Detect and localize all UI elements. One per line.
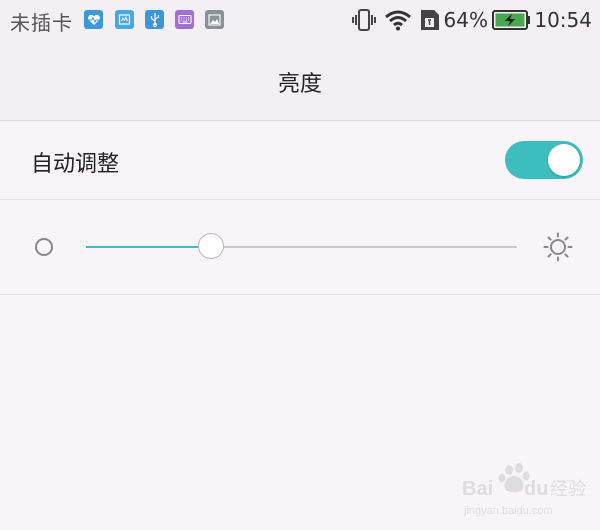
gallery-icon [205,10,224,29]
baidu-jingyan-watermark: Bai du 经验 jingyan.baidu.com [462,462,592,522]
brightness-high-icon [543,232,573,266]
vibrate-icon [352,9,376,35]
svg-text:du: du [524,478,548,500]
carrier-label: 未插卡 [10,11,73,35]
brightness-slider-thumb[interactable] [197,233,224,259]
svg-text:Bai: Bai [462,478,493,500]
clock: 10:54 [534,8,592,32]
auto-adjust-label: 自动调整 [31,152,120,177]
no-sim-icon [420,9,440,35]
status-bar: 未插卡 64% 10:54 [0,0,600,40]
clipboard-icon [115,10,134,29]
auto-adjust-toggle[interactable] [505,141,583,179]
usb-icon [145,10,164,29]
svg-text:jingyan.baidu.com: jingyan.baidu.com [463,505,553,517]
brightness-slider-row [0,200,600,295]
svg-text:经验: 经验 [550,479,586,500]
title-bar: 亮度 [0,40,600,121]
wifi-icon [384,9,412,35]
keyboard-icon [175,10,194,29]
auto-adjust-row[interactable]: 自动调整 [0,121,600,200]
battery-charging-icon [492,10,532,34]
brightness-low-icon [34,237,54,261]
brightness-slider-fill [86,246,211,248]
page-title: 亮度 [277,72,322,97]
battery-percent: 64% [443,8,488,32]
health-icon [84,10,103,29]
toggle-knob [548,144,580,176]
brightness-slider[interactable] [86,233,517,259]
